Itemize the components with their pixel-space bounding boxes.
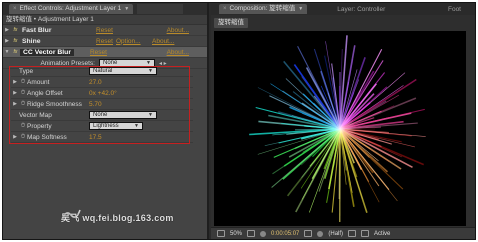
fx-icon[interactable]: fx (11, 49, 20, 56)
empty-tab-slot (137, 4, 184, 14)
about-link[interactable]: About... (167, 27, 189, 34)
reset-link[interactable]: Reset (96, 38, 116, 45)
light-burst-render (249, 35, 426, 223)
param-label: Vector Map (19, 111, 52, 119)
vector-map-dropdown[interactable]: None ▼ (89, 111, 157, 119)
param-type: Type Natural ▼ (11, 66, 193, 77)
effect-controls-tab-title: Effect Controls: Adjustment Layer 1 (19, 5, 122, 12)
collapse-arrow-icon[interactable]: ▼ (3, 49, 11, 55)
effect-controls-panel: × Effect Controls: Adjustment Layer 1 ▼ … (3, 3, 209, 239)
close-icon[interactable]: × (13, 4, 17, 14)
transparency-grid-icon[interactable] (361, 230, 370, 237)
clock-icon[interactable] (260, 230, 267, 237)
effect-name: Shine (22, 37, 41, 45)
param-label: Map Softness (27, 133, 67, 141)
cc-vector-blur-params: Type Natural ▼ ▶ ⏱ Amount 27.0 ▶ ⏱ Angle… (11, 66, 193, 143)
tab-layer-controller[interactable]: Layer: Controller (337, 6, 385, 13)
angle-offset-value[interactable]: 0x +42.0° (89, 90, 117, 97)
color-channel-icon[interactable] (317, 230, 324, 237)
composition-viewer[interactable] (214, 31, 466, 226)
close-icon[interactable]: × (223, 4, 227, 14)
effect-row-cc-vector-blur[interactable]: ▼ fx CC Vector Blur Reset About... (3, 47, 207, 58)
property-value: Lightness (93, 123, 119, 129)
param-property: ⏱ Property Lightness ▼ (11, 121, 193, 132)
composition-tab[interactable]: × Composition: 旋转缩值 ▼ (219, 4, 308, 14)
param-label: Property (27, 122, 52, 130)
param-label: Angle Offset (27, 89, 63, 97)
tab-foot[interactable]: Foot (448, 6, 461, 13)
comp-name-button[interactable]: 旋转缩值 (214, 18, 248, 28)
snapshot-icon[interactable] (304, 230, 313, 237)
about-link[interactable]: About... (167, 49, 189, 56)
effect-name: Fast Blur (22, 26, 52, 34)
param-label: Type (19, 67, 34, 75)
breadcrumb: 旋转缩值 • Adjustment Layer 1 (3, 15, 207, 25)
expand-arrow-icon[interactable]: ▶ (3, 38, 11, 44)
reset-link[interactable]: Reset (96, 27, 116, 34)
param-map-softness: ▶ ⏱ Map Softness 17.5 (11, 132, 193, 143)
param-ridge-smoothness: ▶ ⏱ Ridge Smoothness 5.70 (11, 99, 193, 110)
param-label: Ridge Smoothness (27, 100, 82, 108)
effect-row-shine[interactable]: ▶ fx Shine Reset Option... About... (3, 36, 207, 47)
composition-tabbar: × Composition: 旋转缩值 ▼ Layer: Controller … (211, 3, 475, 15)
composition-panel: × Composition: 旋转缩值 ▼ Layer: Controller … (211, 3, 475, 239)
amount-value[interactable]: 27.0 (89, 79, 102, 86)
expand-arrow-icon[interactable]: ▶ (11, 79, 19, 85)
active-camera-dropdown[interactable]: Active (374, 231, 390, 237)
param-vector-map: Vector Map None ▼ (11, 110, 193, 121)
effect-name: CC Vector Blur (20, 48, 74, 56)
stopwatch-icon[interactable]: ⏱ (19, 134, 27, 141)
expand-arrow-icon[interactable]: ▶ (11, 134, 19, 140)
grid-icon[interactable] (247, 230, 256, 237)
fx-icon[interactable]: fx (11, 27, 20, 34)
expand-arrow-icon[interactable]: ▶ (11, 90, 19, 96)
options-link[interactable]: Option... (116, 38, 152, 45)
type-value: Natural (93, 68, 113, 74)
ridge-smoothness-value[interactable]: 5.70 (89, 101, 102, 108)
composition-tab-title: Composition: 旋转缩值 (229, 5, 296, 12)
expand-arrow-icon[interactable]: ▶ (3, 27, 11, 33)
chevron-down-icon: ▼ (134, 123, 139, 129)
param-angle-offset: ▶ ⏱ Angle Offset 0x +42.0° (11, 88, 193, 99)
property-dropdown[interactable]: Lightness ▼ (89, 122, 143, 130)
zoom-dropdown[interactable]: 50% (230, 231, 242, 237)
fx-icon[interactable]: fx (11, 38, 20, 45)
stopwatch-icon[interactable]: ⏱ (19, 90, 27, 97)
stopwatch-icon[interactable]: ⏱ (19, 101, 27, 108)
viewer-statusbar: 50% 0:00:05:07 (Half) Active (211, 227, 475, 239)
timecode[interactable]: 0:00:05:07 (271, 231, 299, 237)
chevron-down-icon[interactable]: ▼ (298, 4, 303, 14)
chevron-down-icon: ▼ (148, 68, 153, 74)
param-amount: ▶ ⏱ Amount 27.0 (11, 77, 193, 88)
reset-link[interactable]: Reset (90, 49, 110, 56)
param-label: Amount (27, 78, 50, 86)
stopwatch-icon[interactable]: ⏱ (19, 123, 27, 130)
region-icon[interactable] (348, 230, 357, 237)
chevron-down-icon[interactable]: ▼ (124, 4, 129, 14)
effect-row-fast-blur[interactable]: ▶ fx Fast Blur Reset About... (3, 25, 207, 36)
always-preview-icon[interactable] (217, 230, 225, 237)
effect-controls-tab[interactable]: × Effect Controls: Adjustment Layer 1 ▼ (9, 4, 134, 14)
chevron-down-icon: ▼ (148, 112, 153, 118)
watermark: 吴飞 wq.fei.blog.163.com (61, 213, 174, 223)
expand-arrow-icon[interactable]: ▶ (11, 101, 19, 107)
stopwatch-icon[interactable]: ⏱ (19, 79, 27, 86)
vector-map-value: None (93, 112, 108, 118)
app-window: × Effect Controls: Adjustment Layer 1 ▼ … (2, 2, 476, 240)
resolution-dropdown[interactable]: (Half) (328, 231, 343, 237)
type-dropdown[interactable]: Natural ▼ (89, 67, 157, 75)
effect-controls-tabbar: × Effect Controls: Adjustment Layer 1 ▼ (3, 3, 207, 15)
map-softness-value[interactable]: 17.5 (89, 134, 102, 141)
about-link[interactable]: About... (152, 38, 174, 45)
